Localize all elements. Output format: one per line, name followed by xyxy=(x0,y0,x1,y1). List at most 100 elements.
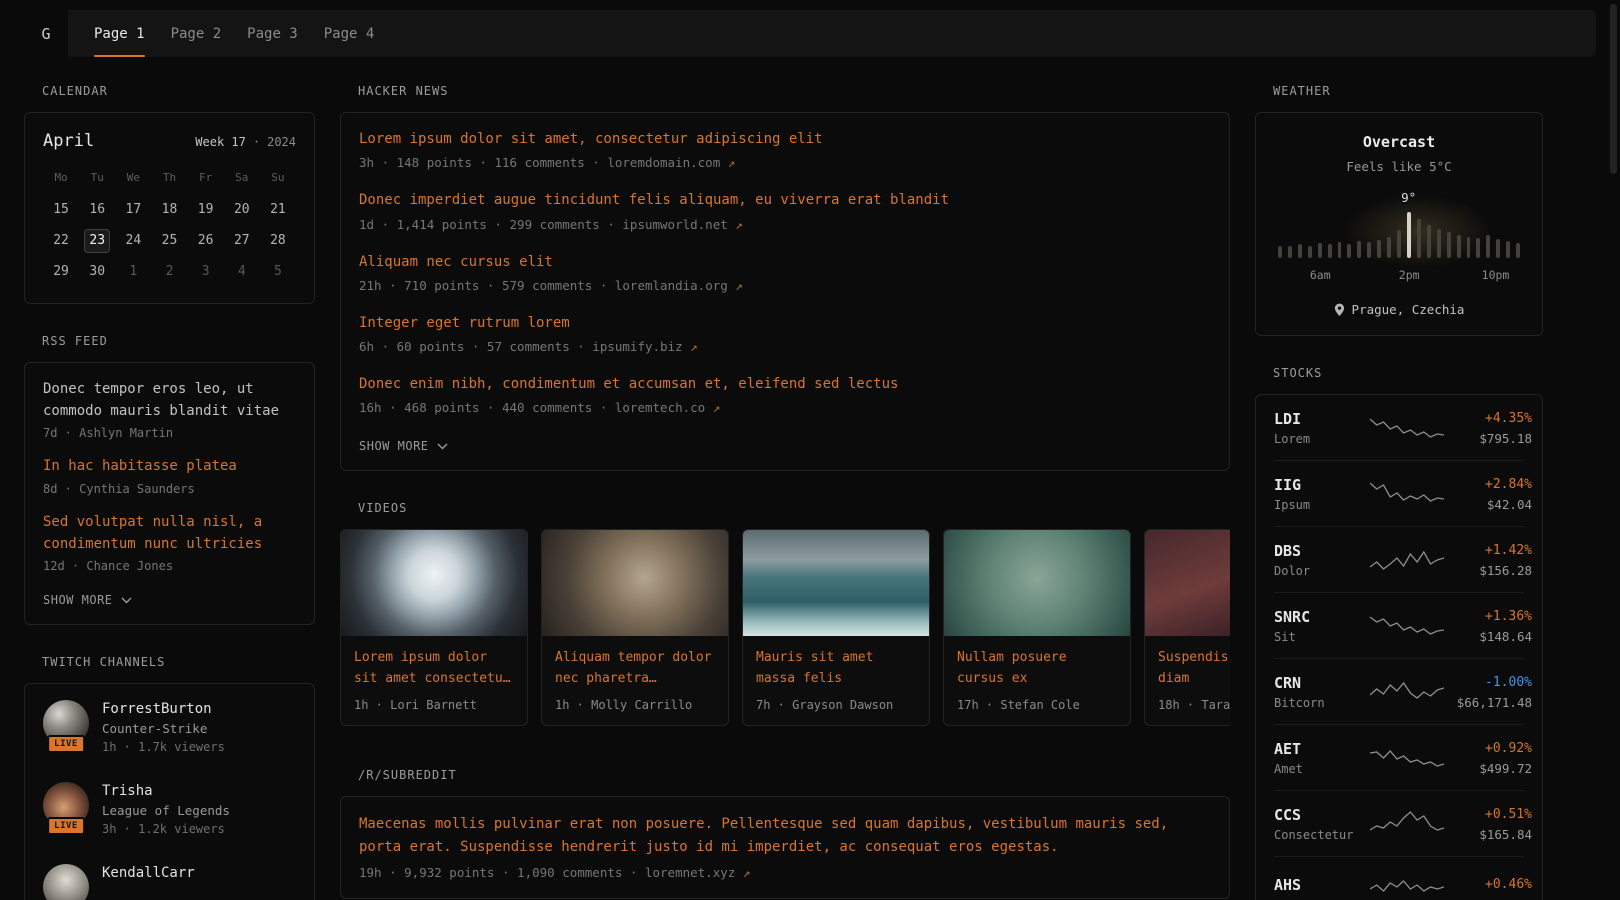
calendar-separator: · xyxy=(253,135,260,149)
subreddit-item-source[interactable]: loremnet.xyz xyxy=(637,865,735,880)
calendar-day[interactable]: 16 xyxy=(79,194,115,225)
hn-item-title[interactable]: Integer eget rutrum lorem xyxy=(359,313,1211,333)
rss-show-more-button[interactable]: SHOW MORE xyxy=(43,593,132,607)
stock-row[interactable]: DBSDolor+1.42%$156.28 xyxy=(1274,526,1524,592)
weather-card: Overcast Feels like 5°C 9° 6am 2pm 10pm … xyxy=(1255,112,1543,336)
stock-price: $156.28 xyxy=(1444,563,1532,578)
tab-page-1[interactable]: Page 1 xyxy=(94,10,145,57)
calendar-day[interactable]: 17 xyxy=(115,194,151,225)
stock-row[interactable]: SNRCSit+1.36%$148.64 xyxy=(1274,592,1524,658)
stock-id: LDILorem xyxy=(1274,410,1370,446)
hn-item-title[interactable]: Donec enim nibh, condimentum et accumsan… xyxy=(359,374,1211,394)
twitch-channel[interactable]: LIVEForrestBurtonCounter-Strike1h · 1.7k… xyxy=(43,700,296,754)
channel-name[interactable]: KendallCarr xyxy=(102,865,195,881)
calendar-day[interactable]: 29 xyxy=(43,256,79,287)
calendar-day[interactable]: 22 xyxy=(43,225,79,256)
video-title[interactable]: Aliquam tempor dolor nec pharetra… xyxy=(555,648,715,688)
hn-item-title[interactable]: Aliquam nec cursus elit xyxy=(359,252,1211,272)
channel-game[interactable]: League of Legends xyxy=(102,803,230,818)
calendar-day[interactable]: 1 xyxy=(115,256,151,287)
calendar-day[interactable]: 4 xyxy=(224,256,260,287)
video-title[interactable]: Mauris sit amet massa felis xyxy=(756,648,916,688)
hn-item-source[interactable]: ipsumify.biz xyxy=(585,339,683,354)
calendar-day[interactable]: 23 xyxy=(79,225,115,256)
weather-time-labels: 6am 2pm 10pm xyxy=(1272,268,1526,283)
stock-row[interactable]: IIGIpsum+2.84%$42.04 xyxy=(1274,460,1524,526)
hacker-news-widget-title: HACKER NEWS xyxy=(358,84,1230,98)
calendar-day[interactable]: 15 xyxy=(43,194,79,225)
calendar-day[interactable]: 21 xyxy=(260,194,296,225)
hn-item-meta: 1d · 1,414 points · 299 comments · ipsum… xyxy=(359,217,1211,232)
calendar-day-number: 5 xyxy=(265,260,291,284)
hn-item-info: 1d · 1,414 points · 299 comments · xyxy=(359,217,615,232)
stock-ticker: DBS xyxy=(1274,542,1370,560)
hn-item-title[interactable]: Donec imperdiet augue tincidunt felis al… xyxy=(359,190,1211,210)
calendar-day[interactable]: 20 xyxy=(224,194,260,225)
video-card[interactable]: Lorem ipsum dolor sit amet consectetu…1h… xyxy=(340,529,528,725)
stocks-card: LDILorem+4.35%$795.18IIGIpsum+2.84%$42.0… xyxy=(1255,394,1543,900)
calendar-day-header: We xyxy=(115,163,151,194)
stock-id: CCSConsectetur xyxy=(1274,806,1370,842)
avatar xyxy=(43,864,89,900)
rss-item-title[interactable]: Donec tempor eros leo, ut commodo mauris… xyxy=(43,379,296,422)
video-title[interactable]: Lorem ipsum dolor sit amet consectetu… xyxy=(354,648,514,688)
hn-item-source[interactable]: ipsumworld.net xyxy=(615,217,728,232)
calendar-day[interactable]: 28 xyxy=(260,225,296,256)
tab-page-3[interactable]: Page 3 xyxy=(247,10,298,57)
calendar-day[interactable]: 25 xyxy=(151,225,187,256)
stock-id: IIGIpsum xyxy=(1274,476,1370,512)
hn-item: Integer eget rutrum lorem6h · 60 points … xyxy=(359,313,1211,354)
weather-bar xyxy=(1308,246,1312,258)
video-title[interactable]: Suspendisse posuere diam xyxy=(1158,648,1230,688)
stock-row[interactable]: AHS+0.46% xyxy=(1274,856,1524,900)
subreddit-item-title[interactable]: Maecenas mollis pulvinar erat non posuer… xyxy=(359,813,1211,859)
hn-item-title[interactable]: Lorem ipsum dolor sit amet, consectetur … xyxy=(359,129,1211,149)
calendar-day[interactable]: 3 xyxy=(188,256,224,287)
twitch-channel[interactable]: KendallCarr xyxy=(43,864,296,900)
video-meta: 17h · Stefan Cole xyxy=(957,698,1117,712)
rss-card: Donec tempor eros leo, ut commodo mauris… xyxy=(24,362,315,625)
tab-page-4[interactable]: Page 4 xyxy=(324,10,375,57)
stock-price: $42.04 xyxy=(1444,497,1532,512)
rss-item-title[interactable]: Sed volutpat nulla nisl, a condimentum n… xyxy=(43,512,296,555)
hacker-news-show-more-button[interactable]: SHOW MORE xyxy=(359,439,448,453)
stock-sparkline xyxy=(1370,611,1444,641)
twitch-channel[interactable]: LIVETrishaLeague of Legends3h · 1.2k vie… xyxy=(43,782,296,836)
calendar-day[interactable]: 19 xyxy=(188,194,224,225)
video-card[interactable]: Nullam posuere cursus ex 17h · Stefan Col… xyxy=(943,529,1131,725)
sparkline-path xyxy=(1370,751,1444,766)
weather-widget-title: WEATHER xyxy=(1273,84,1543,98)
stock-name: Amet xyxy=(1274,762,1370,776)
channel-name[interactable]: ForrestBurton xyxy=(102,701,225,717)
calendar-day[interactable]: 30 xyxy=(79,256,115,287)
calendar-day[interactable]: 5 xyxy=(260,256,296,287)
calendar-day[interactable]: 27 xyxy=(224,225,260,256)
dashboard: G Page 1Page 2Page 3Page 4 CALENDAR Apri… xyxy=(0,0,1620,900)
scrollbar[interactable] xyxy=(1610,4,1617,174)
channel-name[interactable]: Trisha xyxy=(102,783,230,799)
stock-change: +0.51% xyxy=(1444,807,1532,822)
tab-page-2[interactable]: Page 2 xyxy=(171,10,222,57)
channel-game[interactable]: Counter-Strike xyxy=(102,721,225,736)
app-logo[interactable]: G xyxy=(24,10,68,57)
rss-item-title[interactable]: In hac habitasse platea xyxy=(43,456,296,478)
video-card[interactable]: Aliquam tempor dolor nec pharetra…1h · M… xyxy=(541,529,729,725)
sparkline-chart xyxy=(1370,545,1444,575)
hn-item-source[interactable]: loremtech.co xyxy=(607,400,705,415)
video-card[interactable]: Mauris sit amet massa felis7h · Grayson … xyxy=(742,529,930,725)
twitch-card: LIVEForrestBurtonCounter-Strike1h · 1.7k… xyxy=(24,683,315,900)
calendar-day[interactable]: 18 xyxy=(151,194,187,225)
calendar-day[interactable]: 26 xyxy=(188,225,224,256)
video-card[interactable]: Suspendisse posuere diam18h · Tara xyxy=(1144,529,1230,725)
rss-item: Sed volutpat nulla nisl, a condimentum n… xyxy=(43,512,296,573)
stock-row[interactable]: CRNBitcorn-1.00%$66,171.48 xyxy=(1274,658,1524,724)
stock-row[interactable]: CCSConsectetur+0.51%$165.84 xyxy=(1274,790,1524,856)
hn-item-source[interactable]: loremlandia.org xyxy=(607,278,727,293)
video-title[interactable]: Nullam posuere cursus ex xyxy=(957,648,1117,688)
stock-row[interactable]: LDILorem+4.35%$795.18 xyxy=(1274,395,1524,460)
calendar-day[interactable]: 2 xyxy=(151,256,187,287)
stock-row[interactable]: AETAmet+0.92%$499.72 xyxy=(1274,724,1524,790)
weather-feels-like: Feels like 5°C xyxy=(1272,159,1526,174)
calendar-day[interactable]: 24 xyxy=(115,225,151,256)
hn-item-source[interactable]: loremdomain.com xyxy=(600,155,720,170)
